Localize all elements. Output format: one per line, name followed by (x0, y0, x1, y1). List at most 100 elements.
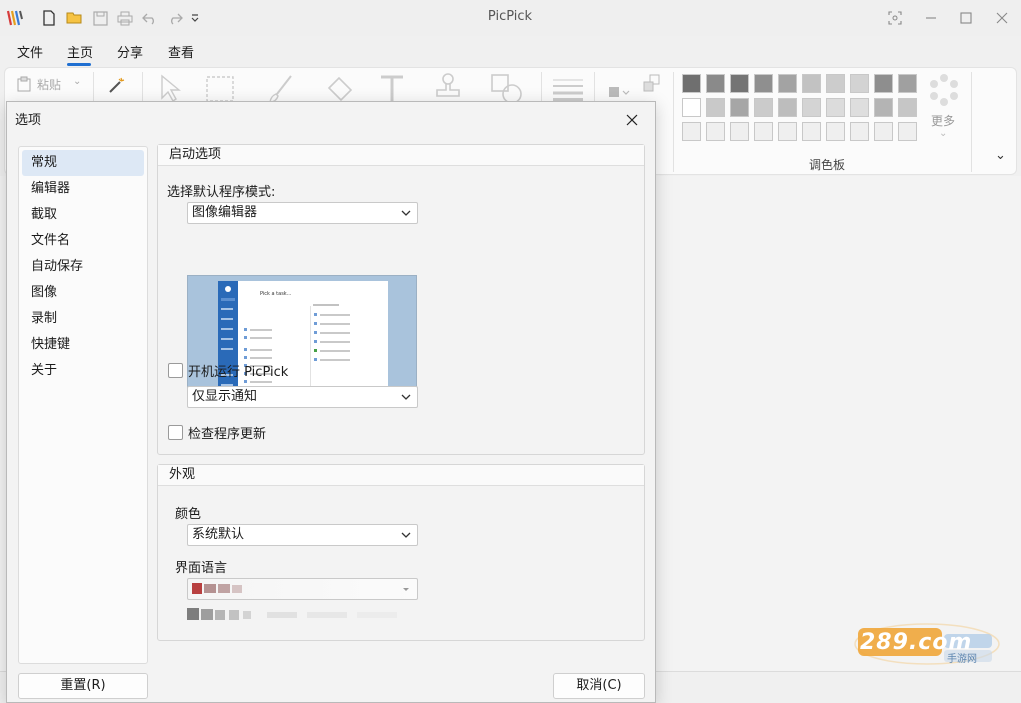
minimize-icon[interactable] (920, 7, 942, 29)
tab-view[interactable]: 查看 (168, 42, 194, 61)
open-folder-icon[interactable] (66, 9, 84, 27)
ribbon-separator (673, 72, 674, 172)
ribbon-separator (971, 72, 972, 172)
paste-dropdown-icon[interactable]: ⌄ (73, 76, 81, 87)
undo-icon[interactable] (141, 9, 159, 27)
app-title: PicPick (487, 9, 533, 24)
color-select[interactable]: 系统默认 (187, 524, 418, 546)
menu-tabs: 文件 主页 分享 查看 (0, 36, 1021, 66)
options-dialog: 选项 常规 编辑器 截取 文件名 自动保存 图像 录制 快捷键 关于 启动选项 … (6, 101, 656, 703)
default-mode-select[interactable]: 图像编辑器 (187, 202, 418, 224)
color-swatch[interactable] (754, 74, 773, 93)
preview-caption: Pick a task... (260, 291, 292, 297)
tab-home[interactable]: 主页 (67, 42, 93, 61)
close-window-icon[interactable] (991, 7, 1013, 29)
run-at-startup-label[interactable]: 开机运行 PicPick (188, 361, 288, 380)
chevron-down-icon (401, 532, 411, 538)
watermark-sub: 手游网 (947, 654, 977, 665)
color-swatch[interactable] (898, 98, 917, 117)
language-label: 界面语言 (175, 561, 228, 576)
color-swatch[interactable] (754, 98, 773, 117)
run-at-startup-checkbox[interactable] (168, 363, 183, 378)
more-colors-icon[interactable] (927, 73, 961, 111)
color-swatch[interactable] (706, 98, 725, 117)
cancel-button[interactable]: 取消(C) (553, 673, 645, 699)
startup-notify-select[interactable]: 仅显示通知 (187, 386, 418, 408)
translator-credit-icon (187, 608, 397, 620)
color-swatch[interactable] (754, 122, 773, 141)
color-label: 颜色 (175, 507, 202, 522)
chevron-down-icon (403, 588, 409, 591)
palette-label: 调色板 (808, 158, 845, 172)
appearance-group: 外观 颜色 系统默认 界面语言 (157, 464, 645, 641)
watermark-logo: 289.com 手游网 (852, 620, 1002, 668)
nav-item-editor[interactable]: 编辑器 (22, 176, 144, 202)
nav-item-about[interactable]: 关于 (22, 358, 144, 384)
nav-item-record[interactable]: 录制 (22, 306, 144, 332)
nav-item-capture[interactable]: 截取 (22, 202, 144, 228)
collapse-ribbon-icon[interactable]: ⌄ (995, 148, 1006, 163)
color-swatch[interactable] (898, 74, 917, 93)
color-swatch[interactable] (802, 122, 821, 141)
new-file-icon[interactable] (40, 9, 58, 27)
color-swatch[interactable] (874, 74, 893, 93)
dialog-title: 选项 (15, 113, 42, 128)
language-select[interactable] (187, 578, 418, 600)
color-swatch[interactable] (778, 122, 797, 141)
title-bar: PicPick (0, 0, 1021, 36)
startup-notify-value: 仅显示通知 (192, 389, 258, 404)
capture-icon[interactable] (884, 7, 906, 29)
color-swatch[interactable] (706, 122, 725, 141)
color-swatch[interactable] (778, 74, 797, 93)
language-flag-icon (192, 583, 242, 594)
check-updates-checkbox[interactable] (168, 425, 183, 440)
more-label[interactable]: 更多 (931, 112, 955, 129)
maximize-icon[interactable] (955, 7, 977, 29)
magic-wand-icon[interactable] (107, 76, 127, 98)
options-nav: 常规 编辑器 截取 文件名 自动保存 图像 录制 快捷键 关于 (18, 146, 148, 664)
reset-button[interactable]: 重置(R) (18, 673, 148, 699)
color-swatch[interactable] (874, 122, 893, 141)
color-swatch[interactable] (874, 98, 893, 117)
print-icon[interactable] (116, 9, 134, 27)
nav-item-hotkeys[interactable]: 快捷键 (22, 332, 144, 358)
color-swatch[interactable] (826, 98, 845, 117)
color-swatch[interactable] (706, 74, 725, 93)
customize-qat-icon[interactable] (186, 9, 204, 27)
save-icon[interactable] (91, 9, 109, 27)
active-tab-indicator (67, 63, 91, 66)
nav-item-autosave[interactable]: 自动保存 (22, 254, 144, 280)
nav-item-image[interactable]: 图像 (22, 280, 144, 306)
color-swatch[interactable] (898, 122, 917, 141)
swap-colors-icon[interactable] (643, 74, 661, 96)
color-swatch[interactable] (682, 74, 701, 93)
tab-file[interactable]: 文件 (17, 42, 43, 61)
color-swatch[interactable] (682, 98, 701, 117)
picpick-logo-icon (6, 9, 24, 27)
color-swatch[interactable] (802, 98, 821, 117)
color-swatch[interactable] (850, 122, 869, 141)
appearance-group-header: 外观 (158, 465, 644, 486)
check-updates-label[interactable]: 检查程序更新 (188, 423, 266, 442)
color-swatch[interactable] (826, 122, 845, 141)
more-chevron-icon[interactable]: ⌄ (939, 128, 947, 139)
dialog-close-icon[interactable] (621, 109, 643, 131)
color-swatch[interactable] (730, 74, 749, 93)
tab-share[interactable]: 分享 (117, 42, 143, 61)
nav-item-general[interactable]: 常规 (22, 150, 144, 176)
color-swatch[interactable] (826, 74, 845, 93)
chevron-down-icon (401, 210, 411, 216)
chevron-down-icon (401, 394, 411, 400)
nav-item-filename[interactable]: 文件名 (22, 228, 144, 254)
color-swatch[interactable] (730, 122, 749, 141)
paste-label[interactable]: 粘贴 (37, 76, 61, 93)
redo-icon[interactable] (166, 9, 184, 27)
color-swatch[interactable] (850, 98, 869, 117)
default-mode-label: 选择默认程序模式: (167, 185, 276, 200)
color-swatch[interactable] (682, 122, 701, 141)
color-swatch[interactable] (778, 98, 797, 117)
paste-icon[interactable] (17, 76, 31, 96)
color-swatch[interactable] (802, 74, 821, 93)
color-swatch[interactable] (730, 98, 749, 117)
color-swatch[interactable] (850, 74, 869, 93)
